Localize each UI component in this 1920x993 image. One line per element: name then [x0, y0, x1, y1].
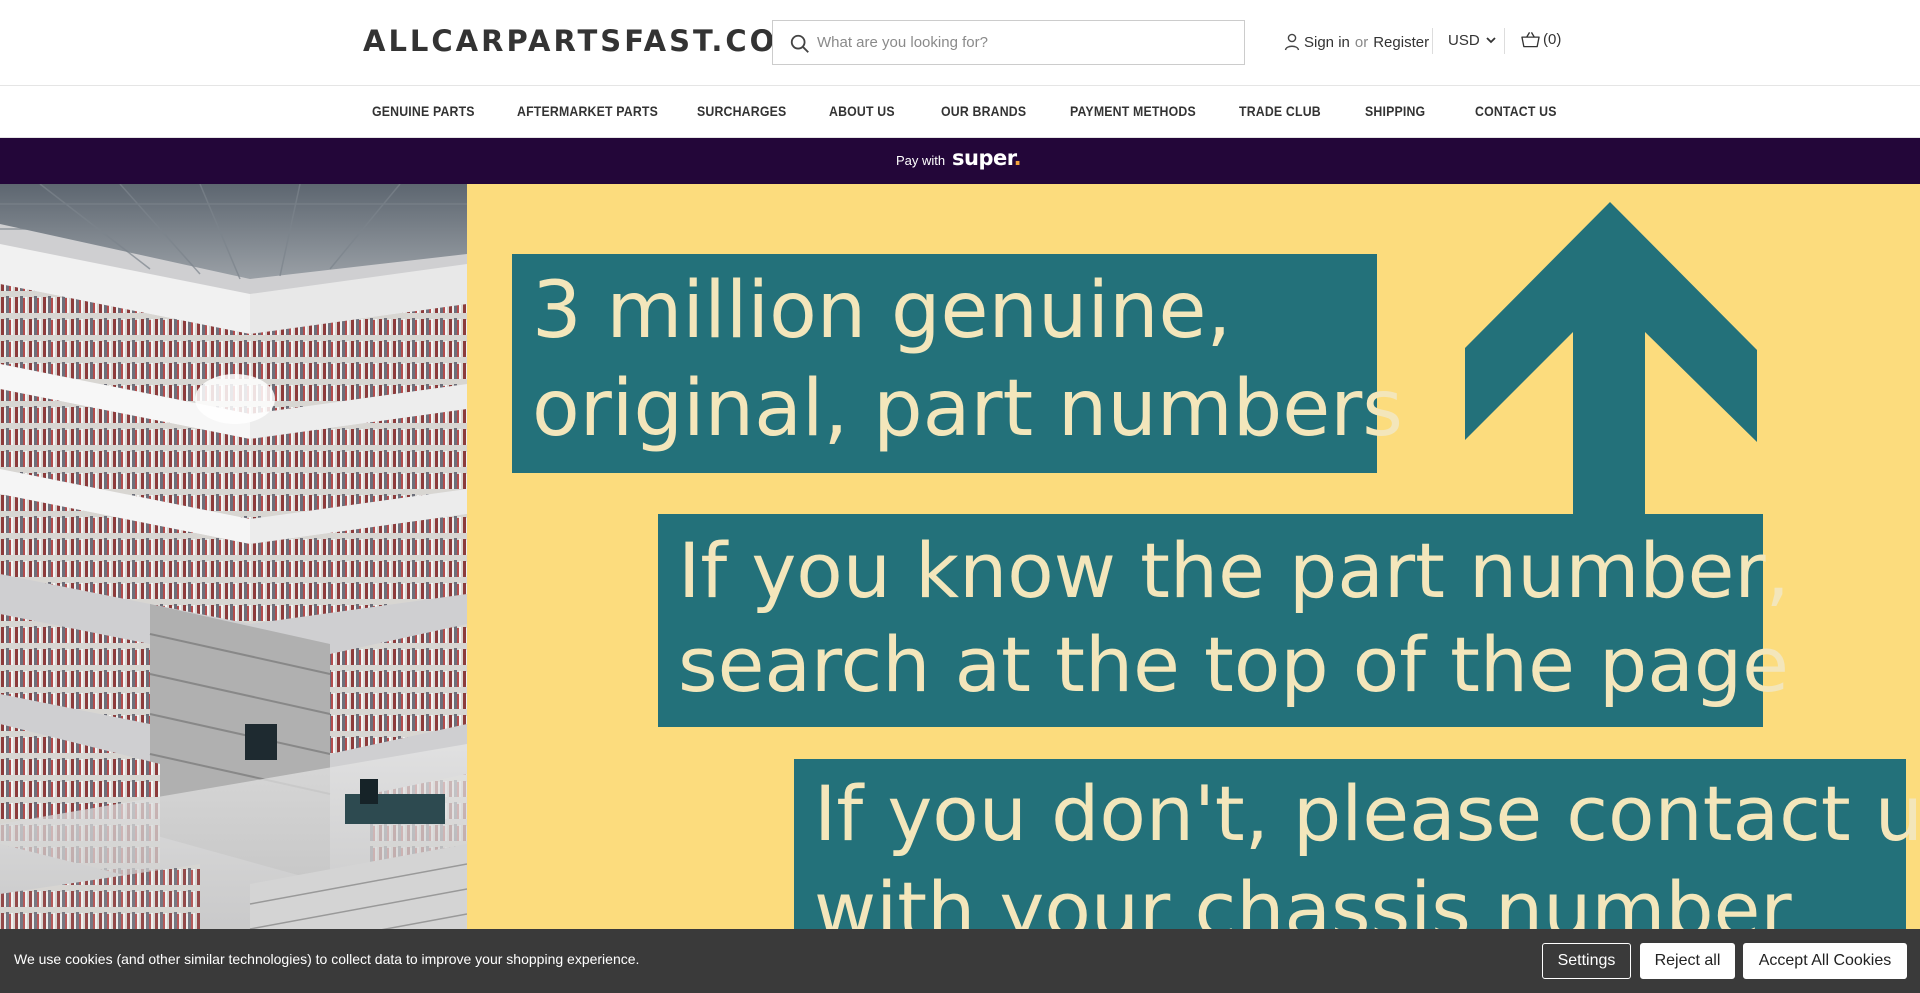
nav-item-aftermarket-parts[interactable]: AFTERMARKET PARTS — [517, 103, 658, 119]
message-line-1a: 3 million genuine, — [532, 266, 1232, 356]
nav-item-our-brands[interactable]: OUR BRANDS — [941, 103, 1026, 119]
cookie-consent-bar: We use cookies (and other similar techno… — [0, 929, 1920, 993]
currency-selector[interactable]: USD — [1448, 32, 1496, 49]
search-box[interactable] — [772, 20, 1245, 65]
super-logo-dot: . — [1013, 146, 1022, 170]
message-line-1b: original, part numbers — [532, 364, 1403, 454]
info-banner: 3 million genuine, original, part number… — [467, 184, 1920, 993]
nav-item-contact-us[interactable]: CONTACT US — [1475, 103, 1557, 119]
pay-with-text: Pay with — [896, 153, 946, 168]
register-link[interactable]: Register — [1373, 34, 1429, 51]
message-line-2a: If you know the part number, — [678, 526, 1790, 615]
hero-banner[interactable]: 3 million genuine, original, part number… — [0, 184, 1920, 993]
reject-all-button[interactable]: Reject all — [1640, 943, 1735, 979]
search-input[interactable] — [817, 21, 1237, 64]
cookie-message: We use cookies (and other similar techno… — [14, 951, 640, 967]
library-photo — [0, 184, 467, 993]
currency-label: USD — [1448, 32, 1480, 49]
basket-icon — [1521, 32, 1540, 48]
header-divider — [1504, 28, 1505, 54]
nav-item-shipping[interactable]: SHIPPING — [1365, 103, 1425, 119]
library-photo-illustration — [0, 184, 467, 993]
chevron-down-icon — [1486, 37, 1496, 44]
main-navigation: GENUINE PARTS AFTERMARKET PARTS SURCHARG… — [0, 86, 1920, 138]
message-box-2: If you know the part number, search at t… — [658, 514, 1790, 727]
message-line-3a: If you don't, please contact us — [814, 769, 1920, 858]
pay-with-super-banner[interactable]: Pay with super. — [0, 138, 1920, 184]
header-divider — [1432, 28, 1433, 54]
nav-item-surcharges[interactable]: SURCHARGES — [697, 103, 786, 119]
site-logo[interactable]: ALLCARPARTSFAST.CO.UK — [363, 24, 843, 58]
message-box-1: 3 million genuine, original, part number… — [512, 254, 1403, 473]
nav-item-about-us[interactable]: ABOUT US — [829, 103, 895, 119]
nav-item-trade-club[interactable]: TRADE CLUB — [1239, 103, 1321, 119]
cart-button[interactable]: (0) — [1521, 31, 1561, 48]
or-text: or — [1354, 33, 1369, 51]
message-line-2b: search at the top of the page — [678, 620, 1789, 709]
accept-all-cookies-button[interactable]: Accept All Cookies — [1743, 943, 1907, 979]
site-header: ALLCARPARTSFAST.CO.UK Sign in or Registe… — [0, 0, 1920, 86]
sign-in-link[interactable]: Sign in — [1304, 34, 1350, 51]
nav-item-payment-methods[interactable]: PAYMENT METHODS — [1070, 103, 1196, 119]
super-logo: super. — [952, 146, 1022, 170]
search-icon[interactable] — [789, 33, 811, 55]
account-links: Sign in or Register — [1284, 31, 1429, 53]
user-icon — [1284, 33, 1300, 51]
nav-item-genuine-parts[interactable]: GENUINE PARTS — [372, 103, 475, 119]
cookie-settings-button[interactable]: Settings — [1542, 943, 1631, 979]
super-logo-text: super — [952, 146, 1014, 170]
cart-count: (0) — [1543, 31, 1562, 48]
